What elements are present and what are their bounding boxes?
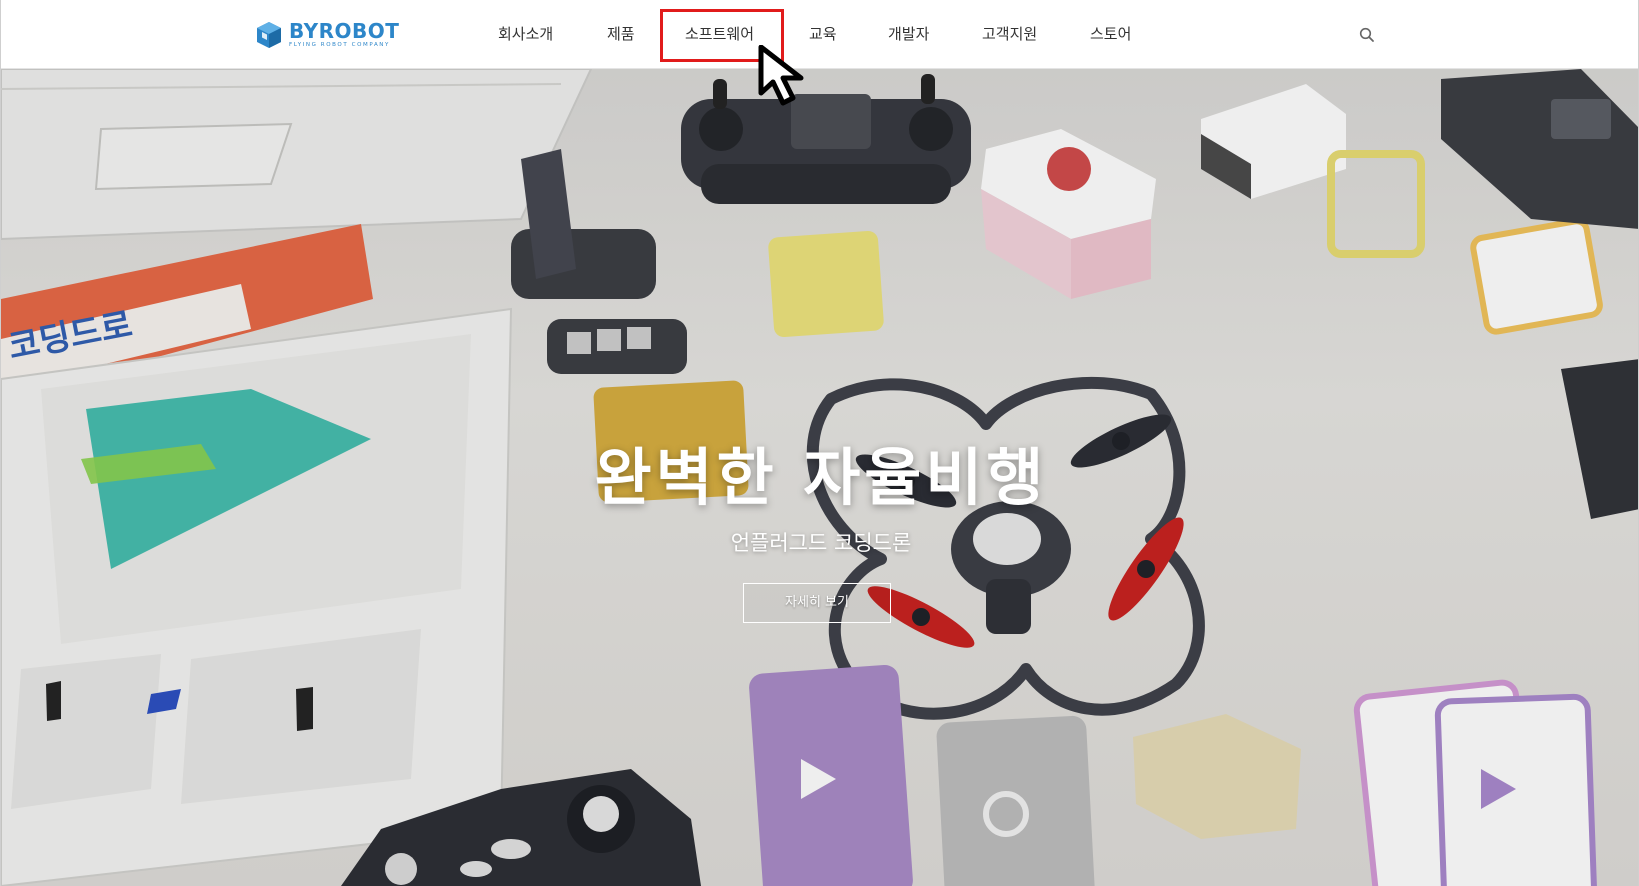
hero-overlay (1, 69, 1638, 886)
page: BYROBOT FLYING ROBOT COMPANY 회사소개 제품 소프트… (0, 0, 1639, 886)
search-icon[interactable] (1358, 26, 1376, 44)
nav-item-store[interactable]: 스토어 (1090, 22, 1131, 46)
site-header: BYROBOT FLYING ROBOT COMPANY 회사소개 제품 소프트… (1, 0, 1638, 69)
nav-item-developer[interactable]: 개발자 (888, 22, 929, 46)
nav-item-products[interactable]: 제품 (607, 22, 635, 46)
hero-banner: 코딩드로 완벽한 자율비행 언플러그드 코딩드론 자세히 보기 (1, 69, 1638, 886)
mouse-cursor-icon (758, 45, 804, 106)
nav-item-education[interactable]: 교육 (809, 22, 837, 46)
nav-item-company[interactable]: 회사소개 (498, 22, 553, 46)
nav-item-support[interactable]: 고객지원 (982, 22, 1037, 46)
nav-item-software[interactable]: 소프트웨어 (685, 22, 754, 46)
view-details-button[interactable]: 자세히 보기 (743, 583, 891, 623)
main-nav: 회사소개 제품 소프트웨어 교육 개발자 고객지원 스토어 (1, 0, 1638, 68)
